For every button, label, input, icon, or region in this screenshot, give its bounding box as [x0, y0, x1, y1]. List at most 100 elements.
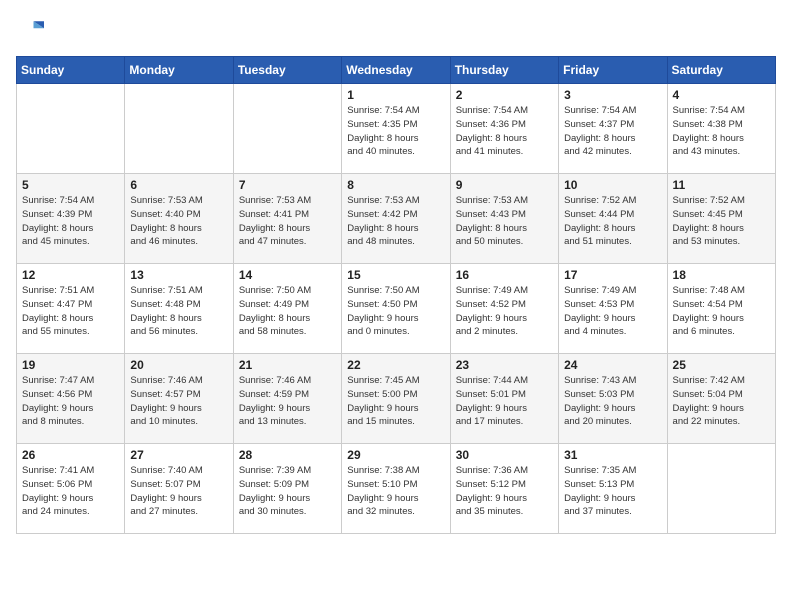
calendar-body: 1 Sunrise: 7:54 AM Sunset: 4:35 PM Daylig…: [17, 84, 776, 534]
day-info: Sunrise: 7:49 AM Sunset: 4:53 PM Dayligh…: [564, 284, 661, 339]
day-info: Sunrise: 7:46 AM Sunset: 4:57 PM Dayligh…: [130, 374, 227, 429]
calendar-cell: 19 Sunrise: 7:47 AM Sunset: 4:56 PM Dayli…: [17, 354, 125, 444]
day-info: Sunrise: 7:51 AM Sunset: 4:48 PM Dayligh…: [130, 284, 227, 339]
day-info: Sunrise: 7:50 AM Sunset: 4:49 PM Dayligh…: [239, 284, 336, 339]
calendar-cell: 1 Sunrise: 7:54 AM Sunset: 4:35 PM Daylig…: [342, 84, 450, 174]
day-info: Sunrise: 7:45 AM Sunset: 5:00 PM Dayligh…: [347, 374, 444, 429]
logo: [16, 16, 48, 44]
day-info: Sunrise: 7:41 AM Sunset: 5:06 PM Dayligh…: [22, 464, 119, 519]
calendar-week-row: 5 Sunrise: 7:54 AM Sunset: 4:39 PM Daylig…: [17, 174, 776, 264]
day-info: Sunrise: 7:54 AM Sunset: 4:38 PM Dayligh…: [673, 104, 770, 159]
weekday-header: Tuesday: [233, 57, 341, 84]
day-info: Sunrise: 7:43 AM Sunset: 5:03 PM Dayligh…: [564, 374, 661, 429]
day-number: 21: [239, 358, 336, 372]
calendar-cell: 26 Sunrise: 7:41 AM Sunset: 5:06 PM Dayli…: [17, 444, 125, 534]
day-info: Sunrise: 7:51 AM Sunset: 4:47 PM Dayligh…: [22, 284, 119, 339]
day-number: 25: [673, 358, 770, 372]
calendar-table: SundayMondayTuesdayWednesdayThursdayFrid…: [16, 56, 776, 534]
calendar-week-row: 26 Sunrise: 7:41 AM Sunset: 5:06 PM Dayli…: [17, 444, 776, 534]
calendar-week-row: 1 Sunrise: 7:54 AM Sunset: 4:35 PM Daylig…: [17, 84, 776, 174]
day-number: 23: [456, 358, 553, 372]
day-number: 20: [130, 358, 227, 372]
calendar-cell: 21 Sunrise: 7:46 AM Sunset: 4:59 PM Dayli…: [233, 354, 341, 444]
calendar-cell: 8Sunrise: 7:53 AM Sunset: 4:42 PM Daylig…: [342, 174, 450, 264]
calendar-cell: 11 Sunrise: 7:52 AM Sunset: 4:45 PM Dayli…: [667, 174, 775, 264]
logo-icon: [16, 16, 44, 44]
day-number: 11: [673, 178, 770, 192]
calendar-cell: 13Sunrise: 7:51 AM Sunset: 4:48 PM Dayli…: [125, 264, 233, 354]
day-number: 5: [22, 178, 119, 192]
calendar-cell: 15 Sunrise: 7:50 AM Sunset: 4:50 PM Dayli…: [342, 264, 450, 354]
calendar-cell: 2 Sunrise: 7:54 AM Sunset: 4:36 PM Daylig…: [450, 84, 558, 174]
calendar-cell: 24 Sunrise: 7:43 AM Sunset: 5:03 PM Dayli…: [559, 354, 667, 444]
day-info: Sunrise: 7:54 AM Sunset: 4:36 PM Dayligh…: [456, 104, 553, 159]
day-number: 2: [456, 88, 553, 102]
day-info: Sunrise: 7:49 AM Sunset: 4:52 PM Dayligh…: [456, 284, 553, 339]
day-number: 26: [22, 448, 119, 462]
calendar-cell: 29Sunrise: 7:38 AM Sunset: 5:10 PM Dayli…: [342, 444, 450, 534]
day-number: 7: [239, 178, 336, 192]
weekday-header: Monday: [125, 57, 233, 84]
calendar-week-row: 19 Sunrise: 7:47 AM Sunset: 4:56 PM Dayli…: [17, 354, 776, 444]
day-number: 8: [347, 178, 444, 192]
day-info: Sunrise: 7:42 AM Sunset: 5:04 PM Dayligh…: [673, 374, 770, 429]
day-number: 14: [239, 268, 336, 282]
day-number: 4: [673, 88, 770, 102]
calendar-cell: 5 Sunrise: 7:54 AM Sunset: 4:39 PM Daylig…: [17, 174, 125, 264]
day-number: 17: [564, 268, 661, 282]
weekday-header: Saturday: [667, 57, 775, 84]
calendar-week-row: 12 Sunrise: 7:51 AM Sunset: 4:47 PM Dayli…: [17, 264, 776, 354]
calendar-cell: [667, 444, 775, 534]
weekday-header: Wednesday: [342, 57, 450, 84]
day-number: 27: [130, 448, 227, 462]
calendar-cell: 30Sunrise: 7:36 AM Sunset: 5:12 PM Dayli…: [450, 444, 558, 534]
day-info: Sunrise: 7:54 AM Sunset: 4:37 PM Dayligh…: [564, 104, 661, 159]
calendar-cell: 7 Sunrise: 7:53 AM Sunset: 4:41 PM Daylig…: [233, 174, 341, 264]
calendar-cell: [125, 84, 233, 174]
weekday-header: Sunday: [17, 57, 125, 84]
calendar-cell: 9 Sunrise: 7:53 AM Sunset: 4:43 PM Daylig…: [450, 174, 558, 264]
day-info: Sunrise: 7:54 AM Sunset: 4:35 PM Dayligh…: [347, 104, 444, 159]
day-info: Sunrise: 7:53 AM Sunset: 4:40 PM Dayligh…: [130, 194, 227, 249]
calendar-cell: 3 Sunrise: 7:54 AM Sunset: 4:37 PM Daylig…: [559, 84, 667, 174]
calendar-cell: 18Sunrise: 7:48 AM Sunset: 4:54 PM Dayli…: [667, 264, 775, 354]
calendar-cell: 27 Sunrise: 7:40 AM Sunset: 5:07 PM Dayli…: [125, 444, 233, 534]
day-number: 19: [22, 358, 119, 372]
day-info: Sunrise: 7:54 AM Sunset: 4:39 PM Dayligh…: [22, 194, 119, 249]
day-info: Sunrise: 7:52 AM Sunset: 4:45 PM Dayligh…: [673, 194, 770, 249]
calendar-cell: 28 Sunrise: 7:39 AM Sunset: 5:09 PM Dayli…: [233, 444, 341, 534]
day-info: Sunrise: 7:53 AM Sunset: 4:41 PM Dayligh…: [239, 194, 336, 249]
day-number: 31: [564, 448, 661, 462]
header-row: SundayMondayTuesdayWednesdayThursdayFrid…: [17, 57, 776, 84]
day-info: Sunrise: 7:46 AM Sunset: 4:59 PM Dayligh…: [239, 374, 336, 429]
day-info: Sunrise: 7:40 AM Sunset: 5:07 PM Dayligh…: [130, 464, 227, 519]
day-info: Sunrise: 7:39 AM Sunset: 5:09 PM Dayligh…: [239, 464, 336, 519]
day-number: 24: [564, 358, 661, 372]
day-number: 22: [347, 358, 444, 372]
day-number: 3: [564, 88, 661, 102]
day-info: Sunrise: 7:53 AM Sunset: 4:43 PM Dayligh…: [456, 194, 553, 249]
calendar-cell: 20 Sunrise: 7:46 AM Sunset: 4:57 PM Dayli…: [125, 354, 233, 444]
day-number: 1: [347, 88, 444, 102]
day-number: 10: [564, 178, 661, 192]
day-number: 6: [130, 178, 227, 192]
day-info: Sunrise: 7:47 AM Sunset: 4:56 PM Dayligh…: [22, 374, 119, 429]
page-header: [16, 16, 776, 44]
calendar-cell: 31Sunrise: 7:35 AM Sunset: 5:13 PM Dayli…: [559, 444, 667, 534]
day-number: 15: [347, 268, 444, 282]
calendar-cell: 17 Sunrise: 7:49 AM Sunset: 4:53 PM Dayli…: [559, 264, 667, 354]
day-number: 12: [22, 268, 119, 282]
day-number: 28: [239, 448, 336, 462]
day-info: Sunrise: 7:38 AM Sunset: 5:10 PM Dayligh…: [347, 464, 444, 519]
day-info: Sunrise: 7:44 AM Sunset: 5:01 PM Dayligh…: [456, 374, 553, 429]
calendar-cell: 22 Sunrise: 7:45 AM Sunset: 5:00 PM Dayli…: [342, 354, 450, 444]
calendar-cell: 10Sunrise: 7:52 AM Sunset: 4:44 PM Dayli…: [559, 174, 667, 264]
calendar-cell: 6 Sunrise: 7:53 AM Sunset: 4:40 PM Daylig…: [125, 174, 233, 264]
day-number: 9: [456, 178, 553, 192]
day-info: Sunrise: 7:36 AM Sunset: 5:12 PM Dayligh…: [456, 464, 553, 519]
day-info: Sunrise: 7:50 AM Sunset: 4:50 PM Dayligh…: [347, 284, 444, 339]
day-number: 16: [456, 268, 553, 282]
calendar-cell: 14 Sunrise: 7:50 AM Sunset: 4:49 PM Dayli…: [233, 264, 341, 354]
calendar-cell: [17, 84, 125, 174]
weekday-header: Thursday: [450, 57, 558, 84]
